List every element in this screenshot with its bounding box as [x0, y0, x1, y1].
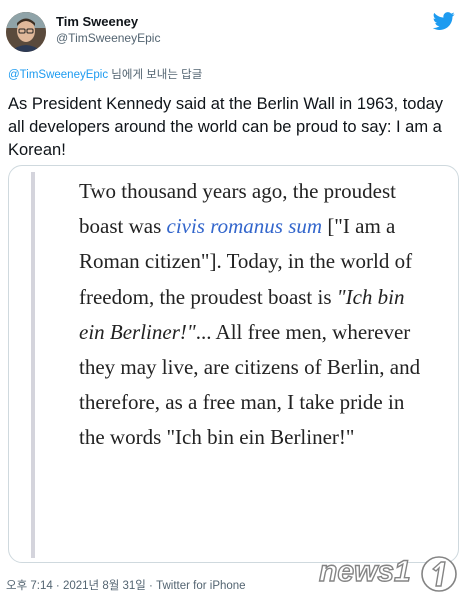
watermark-text: news1 [318, 554, 411, 588]
tweet-source[interactable]: Twitter for iPhone [156, 580, 245, 592]
tweet: Tim Sweeney @TimSweeneyEpic @TimSweeneyE… [0, 0, 467, 603]
quote-text: Two thousand years ago, the proudest boa… [79, 174, 424, 456]
avatar-photo [6, 12, 46, 52]
author-handle[interactable]: @TimSweeneyEpic [56, 31, 160, 45]
reply-context: @TimSweeneyEpic 님에게 보내는 답글 [8, 66, 202, 82]
author-name[interactable]: Tim Sweeney [56, 14, 138, 29]
watermark-circle-icon [421, 556, 457, 592]
tweet-meta: 오후 7:14 · 2021년 8월 31일 · Twitter for iPh… [6, 577, 246, 593]
news1-watermark-logo: news1 [318, 553, 461, 597]
tweet-timestamp[interactable]: 오후 7:14 · 2021년 8월 31일 [6, 580, 146, 592]
avatar[interactable] [6, 12, 46, 52]
reply-suffix: 님에게 보내는 답글 [108, 69, 203, 81]
meta-separator: · [145, 580, 157, 592]
reply-mention-link[interactable]: @TimSweeneyEpic [8, 69, 108, 81]
quote-latin-link: civis romanus sum [166, 214, 323, 239]
attached-image[interactable]: Two thousand years ago, the proudest boa… [8, 165, 459, 563]
twitter-bird-icon[interactable] [432, 10, 455, 32]
blockquote-bar [31, 172, 35, 558]
tweet-text: As President Kennedy said at the Berlin … [8, 95, 444, 159]
